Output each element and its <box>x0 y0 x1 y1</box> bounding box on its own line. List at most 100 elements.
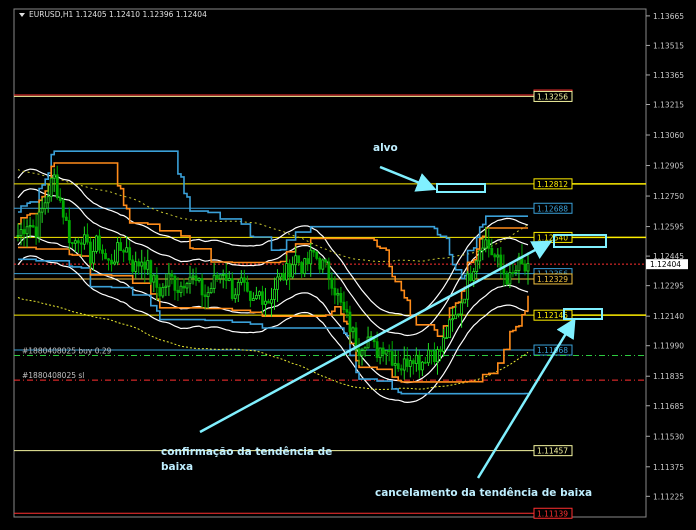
candle-body <box>152 274 156 283</box>
candle-body <box>140 261 144 267</box>
candle-body <box>248 290 252 301</box>
annotation-alvo: alvo <box>373 142 398 154</box>
annotation-cancellation: cancelamento da tendência de baixa <box>375 487 592 499</box>
annotation-confirmation-line1: confirmação da tendência de <box>161 446 332 458</box>
price-line-tag-label: 1.12812 <box>537 180 568 189</box>
candle-body <box>125 247 129 253</box>
candle-body <box>351 327 355 333</box>
y-tick-label: 1.12295 <box>653 282 684 291</box>
candle-body <box>258 291 261 296</box>
candle-body <box>116 242 119 263</box>
candle-body <box>448 319 451 339</box>
candle-body <box>200 278 204 296</box>
candle-body <box>134 261 138 272</box>
candle-body <box>194 275 198 281</box>
candle-body <box>478 250 482 262</box>
candle-body <box>67 220 71 243</box>
candle-body <box>64 216 68 221</box>
candle-body <box>203 294 207 298</box>
candle-body <box>306 258 310 265</box>
price-line-tag-label: 1.12688 <box>537 204 568 213</box>
candle-body <box>245 282 249 292</box>
candle-body <box>451 318 454 321</box>
candle-body <box>430 349 433 352</box>
candle-body <box>493 254 497 258</box>
candle-body <box>414 354 418 364</box>
candle-body <box>19 229 23 237</box>
candle-body <box>439 349 442 352</box>
candle-body <box>221 273 225 276</box>
candle-body <box>70 242 74 244</box>
y-tick-label: 1.12595 <box>653 223 684 232</box>
candle-body <box>339 293 343 303</box>
candle-body <box>330 277 334 289</box>
candle-body <box>264 300 267 305</box>
candle-body <box>499 254 503 269</box>
chart-window[interactable]: EURUSD,H1 1.12405 1.12410 1.12396 1.1240… <box>0 0 696 526</box>
candle-body <box>52 174 56 179</box>
candle-body <box>523 263 527 272</box>
candle-body <box>273 288 276 300</box>
candle-body <box>92 250 95 264</box>
candle-body <box>300 262 304 274</box>
candle-body <box>16 235 20 238</box>
price-line-tag-label: 1.11139 <box>537 509 568 518</box>
candle-body <box>76 240 80 244</box>
candle-body <box>309 249 313 265</box>
candle-body <box>101 249 104 254</box>
candle-body <box>345 309 349 313</box>
candle-body <box>131 259 135 272</box>
candle-body <box>303 258 307 274</box>
candle-body <box>188 276 192 284</box>
candle-body <box>43 202 47 209</box>
candle-body <box>227 278 231 281</box>
candle-body <box>86 234 89 243</box>
candle-body <box>261 291 264 305</box>
candle-body <box>399 368 403 371</box>
candle-body <box>255 294 258 299</box>
candle-body <box>218 274 222 280</box>
candle-body <box>119 242 123 251</box>
candle-body <box>176 289 180 293</box>
candle-body <box>161 287 165 297</box>
candle-body <box>442 337 445 352</box>
candle-body <box>333 287 337 296</box>
candle-body <box>321 259 325 270</box>
candle-body <box>167 273 171 287</box>
candle-body <box>122 250 126 253</box>
candle-body <box>58 197 62 201</box>
candle-body <box>25 226 29 235</box>
candle-body <box>408 360 412 367</box>
candle-body <box>496 254 500 258</box>
candle-body <box>445 337 448 340</box>
candle-body <box>146 260 150 270</box>
price-line-tag-label: 1.11457 <box>537 447 568 456</box>
candle-body <box>463 298 467 304</box>
candle-body <box>209 288 213 294</box>
candle-body <box>294 255 298 266</box>
candle-body <box>128 247 132 261</box>
y-tick-label: 1.12140 <box>653 312 684 321</box>
candle-body <box>318 257 322 270</box>
candle-body <box>104 253 107 260</box>
candle-body <box>22 229 26 235</box>
price-line-tag-label: 1.12329 <box>537 275 568 284</box>
candle-body <box>276 276 279 290</box>
candle-body <box>40 208 44 213</box>
candle-body <box>475 260 479 272</box>
candle-body <box>312 249 316 253</box>
candle-body <box>375 341 379 358</box>
candle-body <box>348 311 352 333</box>
candle-body <box>411 360 415 364</box>
candle-body <box>436 349 439 363</box>
current-price-label: 1.12404 <box>650 260 681 269</box>
candle-body <box>215 274 219 280</box>
y-tick-label: 1.12750 <box>653 192 684 201</box>
candle-body <box>197 278 201 281</box>
candle-body <box>378 347 382 358</box>
y-tick-label: 1.13515 <box>653 41 684 50</box>
candle-body <box>149 260 153 283</box>
chart-title: EURUSD,H1 1.12405 1.12410 1.12396 1.1240… <box>29 10 207 19</box>
price-chart[interactable]: EURUSD,H1 1.12405 1.12410 1.12396 1.1240… <box>0 0 696 526</box>
candle-body <box>82 234 86 245</box>
